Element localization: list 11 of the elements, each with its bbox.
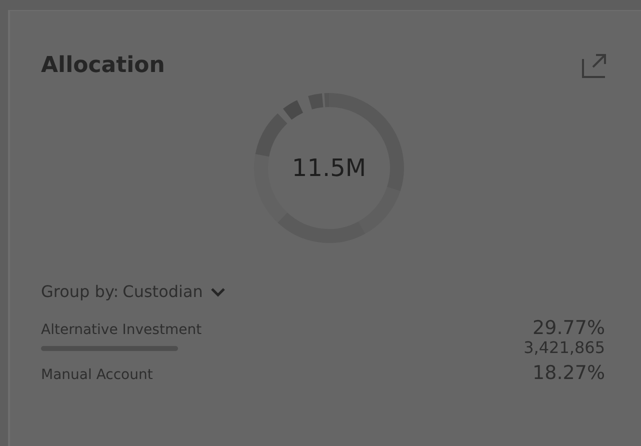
chevron-down-icon — [210, 288, 225, 296]
group-by-label: Group by: — [41, 281, 119, 303]
export-icon[interactable] — [581, 52, 607, 78]
account-name: Alternative Investment — [41, 321, 202, 340]
allocation-percent: 18.27% — [532, 363, 605, 383]
allocation-amount: 3,421,865 — [524, 338, 605, 358]
card-title: Allocation — [41, 52, 165, 80]
allocation-percent: 29.77% — [532, 318, 605, 338]
group-by-dropdown[interactable]: Custodian — [122, 280, 225, 304]
account-name: Manual Account — [41, 366, 153, 385]
donut-total: 11.5M — [292, 153, 366, 184]
